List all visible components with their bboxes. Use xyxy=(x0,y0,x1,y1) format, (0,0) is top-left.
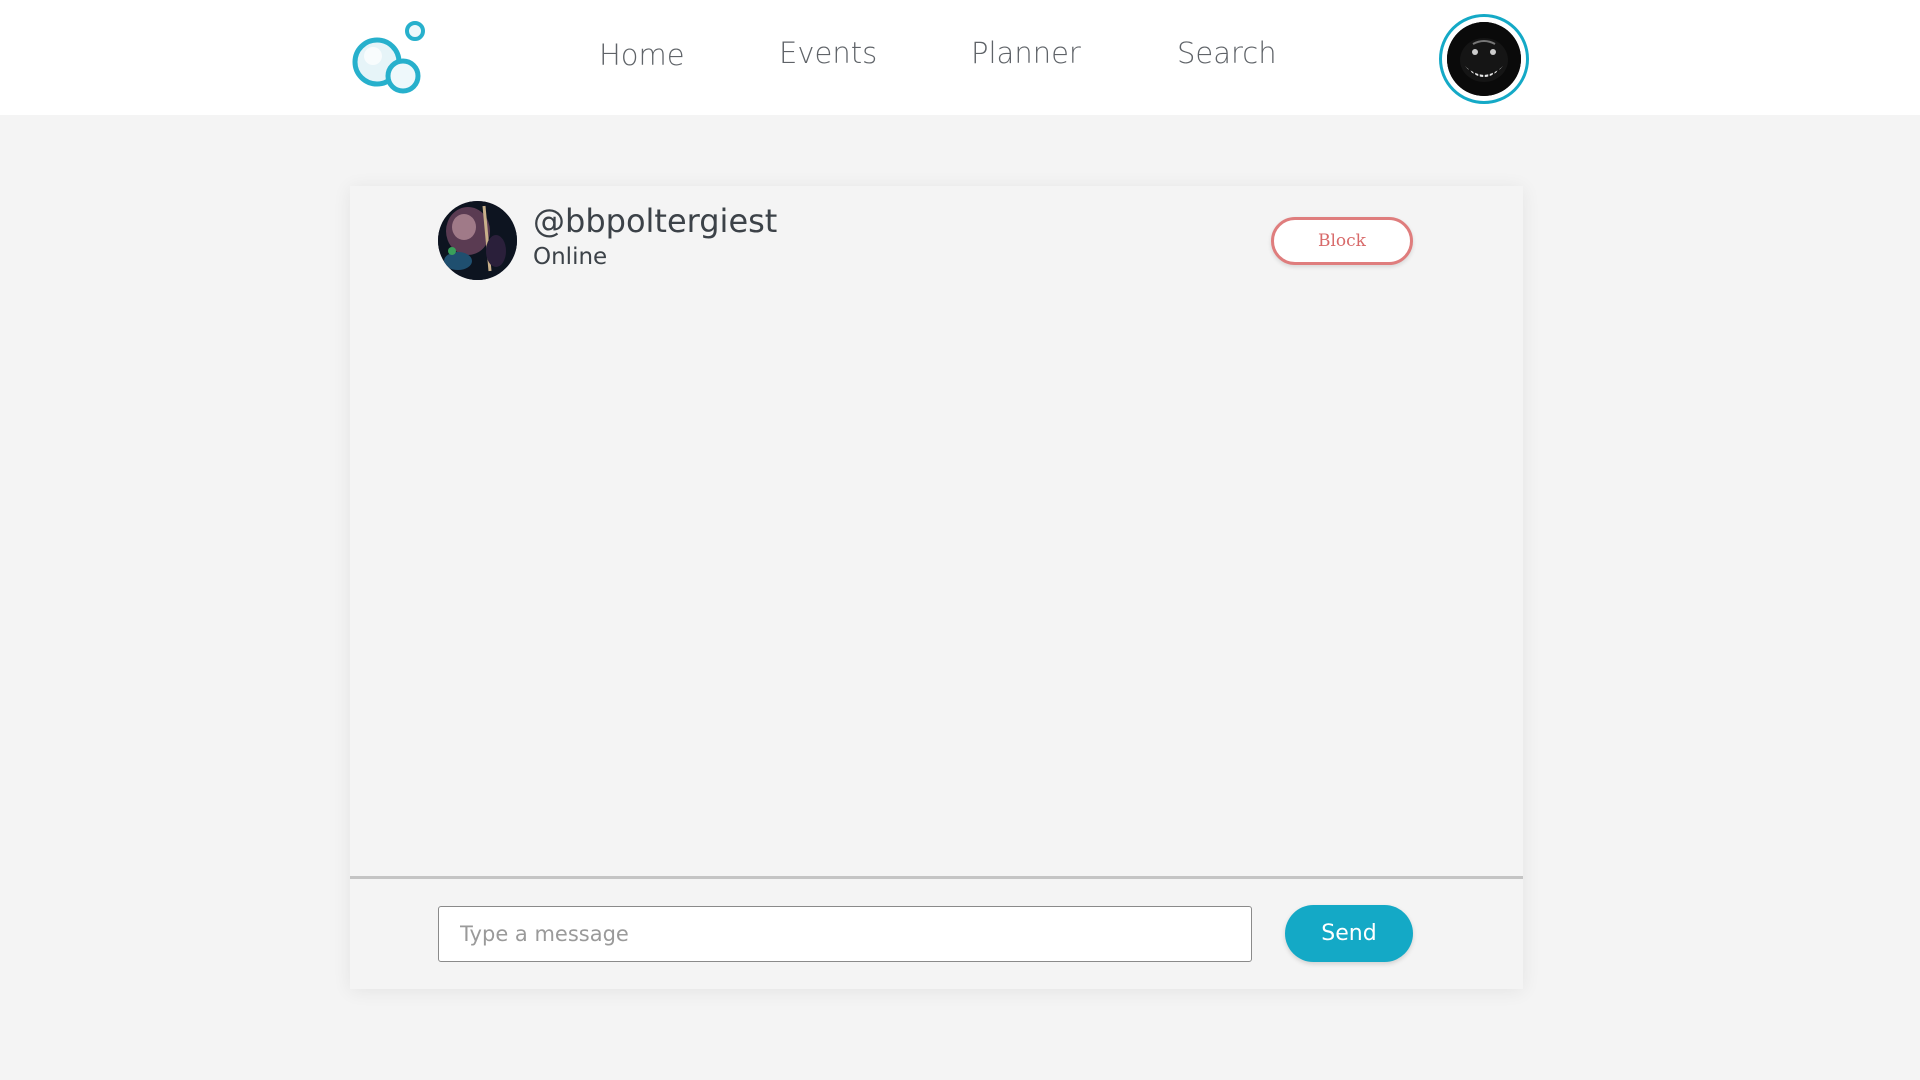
contact-username: @bbpoltergiest xyxy=(533,202,778,240)
nav-home-link[interactable]: Home xyxy=(599,38,685,72)
bubbles-logo-icon[interactable] xyxy=(346,16,436,102)
block-button[interactable]: Block xyxy=(1271,217,1413,265)
contact-status: Online xyxy=(533,244,608,270)
nav-planner-link[interactable]: Planner xyxy=(971,36,1081,70)
divider xyxy=(350,876,1523,879)
nav-events-link[interactable]: Events xyxy=(779,36,877,70)
chat-header: @bbpoltergiest Online Block xyxy=(350,186,1523,286)
top-navbar: Home Events Planner Search xyxy=(0,0,1920,115)
message-input[interactable] xyxy=(438,906,1252,962)
message-list[interactable] xyxy=(350,286,1523,876)
send-button[interactable]: Send xyxy=(1285,905,1413,962)
chat-panel: @bbpoltergiest Online Block Send xyxy=(350,186,1523,989)
nav-search-link[interactable]: Search xyxy=(1177,36,1277,70)
user-avatar-icon[interactable] xyxy=(1439,14,1529,104)
contact-avatar-icon[interactable] xyxy=(438,201,517,280)
